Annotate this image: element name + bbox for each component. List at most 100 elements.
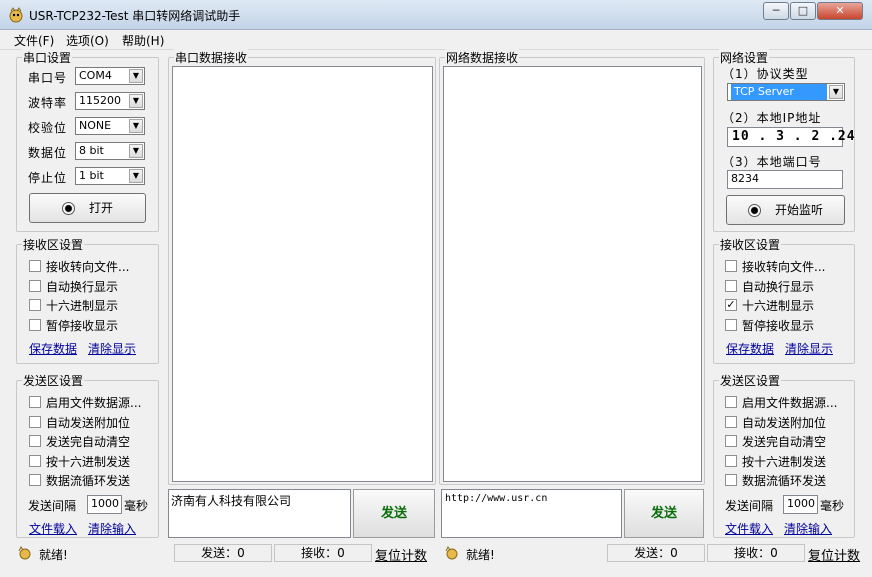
- checkbox-label[interactable]: 发送完自动清空: [46, 433, 130, 450]
- close-button[interactable]: ✕: [817, 2, 863, 20]
- menu-file[interactable]: 文件(F): [14, 32, 54, 49]
- checkbox-label[interactable]: 自动发送附加位: [46, 414, 130, 431]
- net-received-count: 接收：0: [707, 544, 805, 562]
- checkbox-label[interactable]: 启用文件数据源...: [742, 394, 837, 411]
- serial-reset-count-link[interactable]: 复位计数: [375, 545, 427, 564]
- checkbox-label[interactable]: 数据流循环发送: [742, 472, 826, 489]
- checkbox[interactable]: [725, 474, 737, 486]
- checkbox-label[interactable]: 按十六进制发送: [46, 453, 130, 470]
- checkbox[interactable]: [29, 260, 41, 272]
- menu-help[interactable]: 帮助(H): [122, 32, 164, 49]
- maximize-button[interactable]: □: [790, 2, 816, 20]
- checkbox-label[interactable]: 自动换行显示: [742, 278, 814, 295]
- serial-received-count: 接收：0: [274, 544, 372, 562]
- save-data-link[interactable]: 保存数据: [29, 340, 77, 357]
- checkbox[interactable]: ✓: [725, 299, 737, 311]
- serial-receive-title: 串口数据接收: [174, 49, 249, 66]
- send-interval-input[interactable]: 1000: [87, 495, 122, 514]
- checkbox[interactable]: [29, 454, 41, 467]
- checkbox-label[interactable]: 暂停接收显示: [742, 317, 814, 334]
- title-bar: USR-TCP232-Test 串口转网络调试助手 ─ □ ✕: [0, 0, 872, 30]
- chevron-down-icon: ▼: [129, 144, 143, 158]
- net-sent-count: 发送：0: [607, 544, 705, 562]
- clear-input-link[interactable]: 清除输入: [784, 520, 832, 537]
- checkbox-label[interactable]: 按十六进制发送: [742, 453, 826, 470]
- stopbits-select[interactable]: 1 bit ▼: [75, 167, 145, 185]
- checkbox[interactable]: [29, 299, 41, 311]
- minimize-button[interactable]: ─: [763, 2, 789, 20]
- net-settings-title: 网络设置: [719, 49, 770, 66]
- send-interval-input[interactable]: 1000: [783, 495, 818, 514]
- ip-input[interactable]: 10 . 3 . 2 .24: [727, 127, 855, 147]
- baud-label: 波特率: [28, 96, 68, 110]
- status-icon: [445, 546, 458, 560]
- serial-sent-count: 发送：0: [174, 544, 272, 562]
- checkbox[interactable]: [29, 435, 41, 447]
- port-number-input[interactable]: 8234: [727, 170, 843, 189]
- databits-label: 数据位: [28, 146, 68, 160]
- checkbox-label[interactable]: 接收转向文件...: [46, 258, 129, 275]
- chevron-down-icon: ▼: [129, 119, 143, 133]
- chevron-down-icon: ▼: [129, 69, 143, 83]
- file-load-link[interactable]: 文件载入: [29, 520, 77, 537]
- checkbox-label[interactable]: 十六进制显示: [46, 297, 118, 314]
- net-receive-title: 网络数据接收: [445, 49, 520, 66]
- checkbox[interactable]: [29, 318, 41, 331]
- port-select[interactable]: COM4 ▼: [75, 67, 145, 85]
- start-listen-button[interactable]: 开始监听: [726, 195, 845, 225]
- net-status-ready: 就绪!: [466, 548, 495, 562]
- checkbox-label[interactable]: 自动发送附加位: [742, 414, 826, 431]
- clear-display-link[interactable]: 清除显示: [785, 340, 833, 357]
- ip-label: （2）本地IP地址: [722, 111, 822, 125]
- checkbox[interactable]: [725, 415, 737, 428]
- checkbox-label[interactable]: 启用文件数据源...: [46, 394, 141, 411]
- clear-display-link[interactable]: 清除显示: [88, 340, 136, 357]
- net-receive-textarea[interactable]: [443, 66, 702, 482]
- file-load-link[interactable]: 文件载入: [725, 520, 773, 537]
- checkbox-label[interactable]: 发送完自动清空: [742, 433, 826, 450]
- right-send-settings-title: 发送区设置: [719, 372, 782, 389]
- checkbox[interactable]: [725, 318, 737, 331]
- radio-dot-icon: [61, 202, 75, 215]
- stopbits-label: 停止位: [28, 171, 68, 185]
- interval-unit: 毫秒: [820, 499, 845, 513]
- net-send-button[interactable]: 发送: [624, 489, 704, 538]
- left-send-settings-title: 发送区设置: [22, 372, 85, 389]
- checkbox-label[interactable]: 暂停接收显示: [46, 317, 118, 334]
- serial-send-input[interactable]: 济南有人科技有限公司: [168, 489, 351, 538]
- parity-select[interactable]: NONE ▼: [75, 117, 145, 135]
- menu-options[interactable]: 选项(O): [66, 32, 109, 49]
- checkbox[interactable]: [29, 396, 41, 408]
- status-ready: 就绪!: [39, 548, 68, 562]
- port-label: 串口号: [28, 71, 68, 85]
- baud-select[interactable]: 115200 ▼: [75, 92, 145, 110]
- window-title: USR-TCP232-Test 串口转网络调试助手: [29, 9, 241, 23]
- serial-receive-textarea[interactable]: [172, 66, 433, 482]
- protocol-select[interactable]: TCP Server ▼: [727, 83, 845, 101]
- checkbox[interactable]: [29, 279, 41, 292]
- clear-input-link[interactable]: 清除输入: [88, 520, 136, 537]
- send-interval-label: 发送间隔: [28, 499, 77, 513]
- checkbox-label[interactable]: 自动换行显示: [46, 278, 118, 295]
- send-interval-label: 发送间隔: [725, 499, 774, 513]
- net-send-input[interactable]: http://www.usr.cn: [441, 489, 622, 538]
- chevron-down-icon: ▼: [129, 169, 143, 183]
- save-data-link[interactable]: 保存数据: [726, 340, 774, 357]
- serial-send-button[interactable]: 发送: [353, 489, 435, 538]
- checkbox[interactable]: [725, 454, 737, 467]
- checkbox[interactable]: [29, 415, 41, 428]
- checkbox-label[interactable]: 接收转向文件...: [742, 258, 825, 275]
- checkbox[interactable]: [29, 474, 41, 486]
- checkbox[interactable]: [725, 396, 737, 408]
- checkbox-label[interactable]: 十六进制显示: [742, 297, 814, 314]
- open-port-button[interactable]: 打开: [29, 193, 146, 223]
- net-reset-count-link[interactable]: 复位计数: [808, 545, 860, 564]
- checkbox[interactable]: [725, 435, 737, 447]
- port-number-label: （3）本地端口号: [722, 155, 822, 169]
- databits-select[interactable]: 8 bit ▼: [75, 142, 145, 160]
- checkbox-label[interactable]: 数据流循环发送: [46, 472, 130, 489]
- checkbox[interactable]: [725, 279, 737, 292]
- right-receive-settings-title: 接收区设置: [719, 236, 782, 253]
- checkbox[interactable]: [725, 260, 737, 272]
- serial-settings-title: 串口设置: [22, 49, 73, 66]
